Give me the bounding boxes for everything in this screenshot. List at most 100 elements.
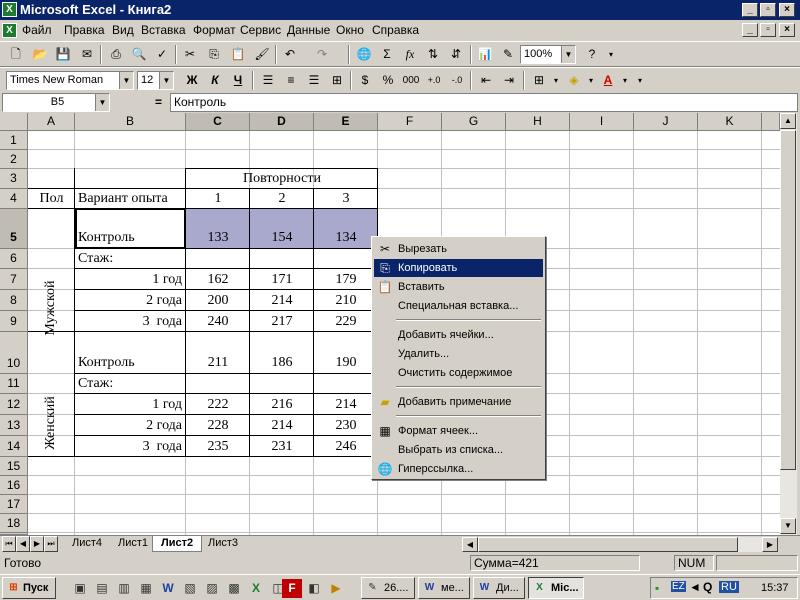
column-header-h[interactable]: H <box>506 113 570 131</box>
cell-value[interactable]: 200 <box>186 293 250 309</box>
quicklaunch-save-icon[interactable]: ▦ <box>136 579 156 598</box>
format-painter-icon[interactable]: 🖌 <box>252 45 272 64</box>
cell-value[interactable]: 162 <box>186 272 250 288</box>
quicklaunch-media-icon[interactable]: ▶ <box>326 579 346 598</box>
clock[interactable]: 15:37 <box>761 582 789 594</box>
close-button[interactable]: × <box>779 3 795 17</box>
cell-value[interactable]: 231 <box>250 439 314 455</box>
column-header-d[interactable]: D <box>250 113 314 131</box>
row-header-9[interactable]: 9 <box>0 311 28 332</box>
menu-file[interactable]: Файл <box>22 23 52 37</box>
sheet-tab-active[interactable]: Лист2 <box>152 536 203 552</box>
cell-value[interactable]: 214 <box>250 418 314 434</box>
header-rep-2[interactable]: 2 <box>250 191 314 207</box>
toolbar-options-icon[interactable]: ▾ <box>601 45 621 64</box>
row-header-15[interactable]: 15 <box>0 457 28 476</box>
doc-close-button[interactable]: × <box>779 23 795 37</box>
label-female[interactable]: Женский <box>43 363 59 483</box>
cell-value[interactable]: 154 <box>250 230 314 246</box>
cell-value[interactable]: 211 <box>186 355 250 371</box>
save-icon[interactable]: 💾 <box>53 45 73 64</box>
cell-value[interactable]: 235 <box>186 439 250 455</box>
copy-icon[interactable]: ⎘ <box>204 45 224 64</box>
cell-value[interactable]: 230 <box>314 418 378 434</box>
paste-icon[interactable]: 📋 <box>228 45 248 64</box>
toolbar-options-icon[interactable]: ▾ <box>630 71 650 90</box>
cell-value[interactable]: 246 <box>314 439 378 455</box>
web-globe-icon[interactable]: 🌐 <box>354 45 374 64</box>
task-button[interactable]: ✎ 26.... <box>361 577 415 599</box>
cell-value[interactable]: 133 <box>186 230 250 246</box>
quicklaunch-excel-icon[interactable]: X <box>246 579 266 598</box>
column-header-l[interactable] <box>762 113 780 131</box>
scroll-thumb[interactable] <box>780 130 796 470</box>
font-name-select[interactable]: Times New Roman ▼ <box>6 71 134 90</box>
zoom-select[interactable]: 100% ▼ <box>520 45 576 64</box>
menu-item-paste[interactable]: 📋 Вставить <box>374 278 543 296</box>
tray-app-icon[interactable]: EZ <box>671 581 686 592</box>
column-header-f[interactable]: F <box>378 113 442 131</box>
start-button[interactable]: ⊞ Пуск <box>2 577 56 599</box>
cell-value[interactable]: 214 <box>314 397 378 413</box>
redo-icon[interactable]: ↷ <box>312 45 332 64</box>
menu-item-add-comment[interactable]: ▰ Добавить примечание <box>374 393 543 411</box>
select-all-corner[interactable] <box>0 113 28 131</box>
sort-ascending-icon[interactable]: ⇅ <box>423 45 443 64</box>
doc-minimize-button[interactable]: _ <box>742 23 758 37</box>
undo-icon[interactable]: ↶ <box>280 45 300 64</box>
task-button[interactable]: W Ди... <box>473 577 525 599</box>
doc-restore-button[interactable]: ▫ <box>760 23 776 37</box>
chevron-down-icon[interactable]: ▼ <box>159 72 173 89</box>
column-header-g[interactable]: G <box>442 113 506 131</box>
column-header-b[interactable]: B <box>75 113 186 131</box>
cell-value[interactable]: 217 <box>250 314 314 330</box>
percent-button[interactable]: % <box>378 71 398 90</box>
quicklaunch-calc-icon[interactable]: ▨ <box>202 579 222 598</box>
workbook-icon[interactable]: X <box>2 23 17 38</box>
column-header-a[interactable]: A <box>28 113 75 131</box>
print-preview-icon[interactable]: 🔍 <box>129 45 149 64</box>
open-folder-icon[interactable]: 📂 <box>30 45 50 64</box>
row-header-13[interactable]: 13 <box>0 415 28 436</box>
underline-button[interactable]: Ч <box>228 71 248 90</box>
thousands-button[interactable]: 000 <box>401 71 421 90</box>
cell-label[interactable]: Контроль <box>78 230 135 246</box>
chevron-down-icon[interactable]: ▼ <box>119 72 133 89</box>
menu-item-hyperlink[interactable]: 🌐 Гиперссылка... <box>374 460 543 478</box>
row-header-4[interactable]: 4 <box>0 189 28 209</box>
horizontal-scrollbar[interactable]: ◀ ▶ <box>462 537 778 552</box>
italic-button[interactable]: К <box>205 71 225 90</box>
cell-value[interactable]: 214 <box>250 293 314 309</box>
cell-value[interactable]: 179 <box>314 272 378 288</box>
increase-indent-icon[interactable]: ⇥ <box>499 71 519 90</box>
cell-value[interactable]: 229 <box>314 314 378 330</box>
menu-window[interactable]: Окно <box>336 23 364 37</box>
column-header-i[interactable]: I <box>570 113 634 131</box>
label-male[interactable]: Мужской <box>43 248 59 368</box>
chevron-down-icon[interactable]: ▼ <box>561 46 575 63</box>
cell-value[interactable]: 240 <box>186 314 250 330</box>
task-button-active[interactable]: X Mic... <box>528 577 584 599</box>
menu-item-pick-list[interactable]: Выбрать из списка... <box>374 441 543 459</box>
cell-label[interactable]: 1 год <box>75 397 182 413</box>
row-header-17[interactable]: 17 <box>0 495 28 514</box>
hscroll-thumb[interactable] <box>478 537 738 552</box>
cell-value[interactable]: 171 <box>250 272 314 288</box>
row-header-7[interactable]: 7 <box>0 269 28 290</box>
align-left-icon[interactable]: ☰ <box>258 71 278 90</box>
menu-item-paste-special[interactable]: Специальная вставка... <box>374 297 543 315</box>
decrease-indent-icon[interactable]: ⇤ <box>476 71 496 90</box>
row-header-5[interactable]: 5 <box>0 209 28 249</box>
quicklaunch-word-icon[interactable]: W <box>158 579 178 598</box>
quicklaunch-save2-icon[interactable]: ◧ <box>304 579 324 598</box>
menu-item-copy[interactable]: ⎘ Копировать <box>374 259 543 277</box>
header-rep-3[interactable]: 3 <box>314 191 378 207</box>
sort-descending-icon[interactable]: ⇵ <box>446 45 466 64</box>
email-icon[interactable]: ✉ <box>77 45 97 64</box>
cell-value[interactable]: 190 <box>314 355 378 371</box>
font-size-select[interactable]: 12 ▼ <box>137 71 174 90</box>
menu-item-clear[interactable]: Очистить содержимое <box>374 364 543 382</box>
menu-format[interactable]: Формат <box>193 23 236 37</box>
quicklaunch-network-icon[interactable]: ▩ <box>224 579 244 598</box>
row-header-16[interactable]: 16 <box>0 476 28 495</box>
